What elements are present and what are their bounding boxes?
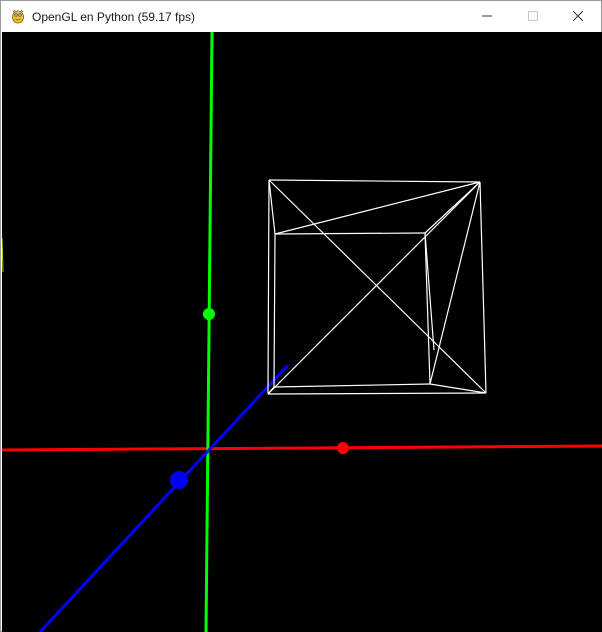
- title-bar[interactable]: OpenGL en Python (59.17 fps): [1, 1, 601, 32]
- opengl-viewport[interactable]: [2, 32, 602, 632]
- close-button[interactable]: [556, 1, 600, 32]
- y-axis-marker: [203, 308, 215, 320]
- app-window: OpenGL en Python (59.17 fps): [0, 0, 602, 632]
- minimize-icon: [482, 15, 492, 17]
- maximize-icon: [528, 11, 538, 21]
- minimize-button[interactable]: [465, 1, 509, 32]
- x-axis-marker: [337, 442, 349, 454]
- scene-canvas: [2, 32, 602, 632]
- z-axis: [38, 363, 290, 632]
- x-axis: [2, 444, 602, 452]
- wireframe-cube: [267, 179, 487, 395]
- edge-mark: [2, 237, 4, 273]
- window-title: OpenGL en Python (59.17 fps): [32, 10, 195, 24]
- pygame-snake-icon: [10, 8, 26, 24]
- close-icon: [573, 11, 583, 21]
- maximize-button[interactable]: [511, 1, 555, 32]
- y-axis: [204, 32, 214, 632]
- z-axis-marker: [170, 471, 188, 489]
